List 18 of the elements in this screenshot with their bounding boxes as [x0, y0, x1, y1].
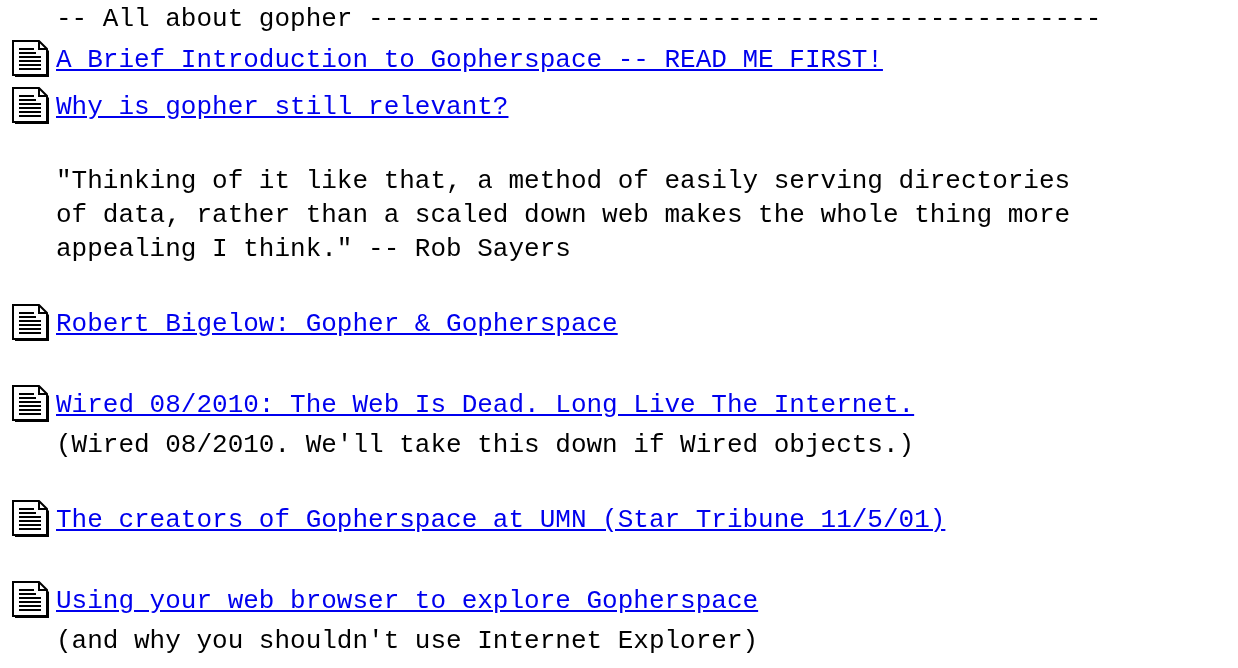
text-line: of data, rather than a scaled down web makes the whole thing more: [56, 199, 1071, 231]
document-icon: [12, 384, 52, 425]
document-link[interactable]: Using your web browser to explore Gopherspace: [56, 585, 759, 616]
document-icon: [12, 303, 52, 344]
text-line: appealing I think." -- Rob Sayers: [56, 233, 571, 265]
document-icon: [12, 580, 52, 621]
document-link[interactable]: Robert Bigelow: Gopher & Gopherspace: [56, 308, 618, 339]
text-line: "Thinking of it like that, a method of easily serving directories: [56, 165, 1071, 197]
text-line: (and why you shouldn't use Internet Explorer): [56, 625, 759, 657]
document-icon: [12, 499, 52, 540]
document-icon: [12, 86, 52, 127]
document-link[interactable]: Why is gopher still relevant?: [56, 91, 509, 122]
document-link[interactable]: The creators of Gopherspace at UMN (Star Tribune 11/5/01): [56, 504, 946, 535]
text-line: -- All about gopher -----------------------------------------------: [56, 3, 1102, 35]
document-link[interactable]: A Brief Introduction to Gopherspace -- READ ME FIRST!: [56, 44, 883, 75]
text-line: (Wired 08/2010. We'll take this down if Wired objects.): [56, 429, 915, 461]
document-icon: [12, 39, 52, 80]
document-link[interactable]: Wired 08/2010: The Web Is Dead. Long Live The Internet.: [56, 389, 915, 420]
